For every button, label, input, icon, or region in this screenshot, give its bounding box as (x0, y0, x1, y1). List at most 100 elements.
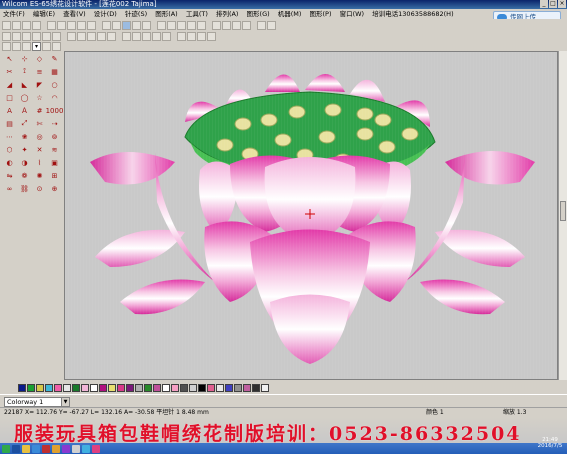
zoom-box-icon[interactable] (122, 20, 131, 30)
chat-icon[interactable] (82, 444, 90, 453)
minimize-button[interactable]: _ (540, 0, 548, 8)
stitch-count-icon[interactable]: # (33, 105, 46, 116)
thread-icon[interactable] (12, 41, 21, 51)
vertical-scrollbar[interactable] (558, 51, 567, 380)
arc-tool-icon[interactable]: ◠ (48, 92, 61, 103)
palette-swatch[interactable] (234, 383, 242, 392)
show-bitmap-icon[interactable] (177, 20, 186, 30)
folder-icon[interactable] (22, 444, 30, 453)
branch-tool-icon[interactable]: ⟟ (18, 66, 31, 77)
menu-edit[interactable]: 编辑(E) (33, 10, 55, 18)
run-icon[interactable] (22, 31, 31, 41)
show-stitches-icon[interactable] (157, 20, 166, 30)
rectangle-tool-icon[interactable]: □ (3, 92, 16, 103)
mirror-v-icon[interactable] (187, 31, 196, 41)
input-a-icon[interactable]: ◢ (3, 79, 16, 90)
monogram-tool-icon[interactable]: Ａ (18, 105, 31, 116)
close-button[interactable]: × (558, 0, 566, 8)
measure-icon[interactable] (257, 20, 266, 30)
triple-run-icon[interactable] (32, 31, 41, 41)
array-tool-icon[interactable]: ⊞ (48, 170, 61, 181)
menu-file[interactable]: 文件(F) (3, 10, 25, 18)
fabric-icon[interactable] (22, 41, 31, 51)
stitch-player-icon[interactable] (197, 20, 206, 30)
show-objects-icon[interactable] (167, 20, 176, 30)
stitch-angle-icon[interactable]: ⤢ (18, 118, 31, 129)
palette-swatch[interactable] (144, 383, 152, 392)
rotate-left-icon[interactable] (197, 31, 206, 41)
palette-swatch[interactable] (261, 383, 269, 392)
media-icon[interactable] (62, 444, 70, 453)
chevron-down-icon[interactable]: ▼ (61, 398, 69, 406)
show-3d-icon[interactable] (187, 20, 196, 30)
palette-swatch[interactable] (126, 383, 134, 392)
menu-stitch[interactable]: 针迹(S) (125, 10, 147, 18)
start-icon[interactable] (2, 444, 10, 453)
hoop-tool-icon[interactable]: ⊙ (33, 183, 46, 194)
menu-pattern[interactable]: 图形(P) (310, 10, 332, 18)
colorway-dropdown[interactable]: Colorway 1 ▼ (4, 397, 70, 407)
zoom-out-icon[interactable] (112, 20, 121, 30)
palette-swatch[interactable] (27, 383, 35, 392)
chenille-tool-icon[interactable]: ≋ (48, 144, 61, 155)
save-icon[interactable] (22, 20, 31, 30)
palette-swatch[interactable] (252, 383, 260, 392)
zoom-in-icon[interactable] (102, 20, 111, 30)
star-tool-icon[interactable]: ☆ (33, 92, 46, 103)
knife-tool-icon[interactable]: ✂ (3, 66, 16, 77)
reshape-tool-icon[interactable]: ⊹ (18, 53, 31, 64)
palette-swatch[interactable] (81, 383, 89, 392)
circle-tool-icon[interactable]: ◯ (18, 92, 31, 103)
travel-last-icon[interactable] (242, 20, 251, 30)
gradient-tool-icon[interactable]: ◑ (18, 157, 31, 168)
color-film-icon[interactable]: ▦ (48, 66, 61, 77)
palette-swatch[interactable] (243, 383, 251, 392)
ungroup-icon[interactable] (162, 31, 171, 41)
fabric-dropdown[interactable]: ▾ (32, 41, 42, 51)
monogram-icon[interactable] (107, 31, 116, 41)
density-tool-icon[interactable]: 1000 (46, 105, 64, 116)
palette-swatch[interactable] (216, 383, 224, 392)
paste-icon[interactable] (67, 20, 76, 30)
palette-swatch[interactable] (189, 383, 197, 392)
pattern-run-icon[interactable]: ⋯ (3, 131, 16, 142)
palette-swatch[interactable] (180, 383, 188, 392)
align-right-icon[interactable] (142, 31, 151, 41)
lettering-tool-icon[interactable]: A (3, 105, 16, 116)
palette-swatch[interactable] (108, 383, 116, 392)
lettering-icon[interactable] (97, 31, 106, 41)
polygon-select-icon[interactable]: ◇ (33, 53, 46, 64)
menu-arrange[interactable]: 排列(A) (216, 10, 239, 18)
travel-first-icon[interactable] (212, 20, 221, 30)
node-edit-icon[interactable]: ✎ (48, 53, 61, 64)
cut-icon[interactable] (47, 20, 56, 30)
pin-icon[interactable] (42, 41, 52, 51)
travel-prev-icon[interactable] (222, 20, 231, 30)
jump-tool-icon[interactable]: ⇢ (48, 118, 61, 129)
palette-swatch[interactable] (63, 383, 71, 392)
wreath-tool-icon[interactable]: ❁ (18, 170, 31, 181)
input-b-icon[interactable]: ◣ (18, 79, 31, 90)
menu-help[interactable]: 培训电话13063588682(H) (372, 10, 453, 18)
palette-swatch[interactable] (90, 383, 98, 392)
complex-fill-icon[interactable] (87, 31, 96, 41)
menu-machine[interactable]: 机器(M) (278, 10, 302, 18)
pan-icon[interactable] (132, 20, 141, 30)
copy-icon[interactable] (57, 20, 66, 30)
input-c-icon[interactable]: ◤ (33, 79, 46, 90)
fill-tool-icon[interactable]: ▤ (3, 118, 16, 129)
scrollbar-thumb[interactable] (560, 201, 566, 221)
maximize-button[interactable]: □ (549, 0, 557, 8)
rotate-right-icon[interactable] (207, 31, 216, 41)
palette-swatch[interactable] (207, 383, 215, 392)
illustrator-icon[interactable] (52, 444, 60, 453)
kaleido-tool-icon[interactable]: ✺ (33, 170, 46, 181)
weave-tool-icon[interactable]: ⌇ (33, 157, 46, 168)
palette-swatch[interactable] (45, 383, 53, 392)
column-a-icon[interactable] (67, 31, 76, 41)
align-left-icon[interactable] (122, 31, 131, 41)
ellipse-tool-icon[interactable]: ○ (48, 79, 61, 90)
chain-tool-icon[interactable]: ∞ (3, 183, 16, 194)
menu-window[interactable]: 窗口(W) (340, 10, 365, 18)
tatami-icon[interactable] (12, 31, 21, 41)
